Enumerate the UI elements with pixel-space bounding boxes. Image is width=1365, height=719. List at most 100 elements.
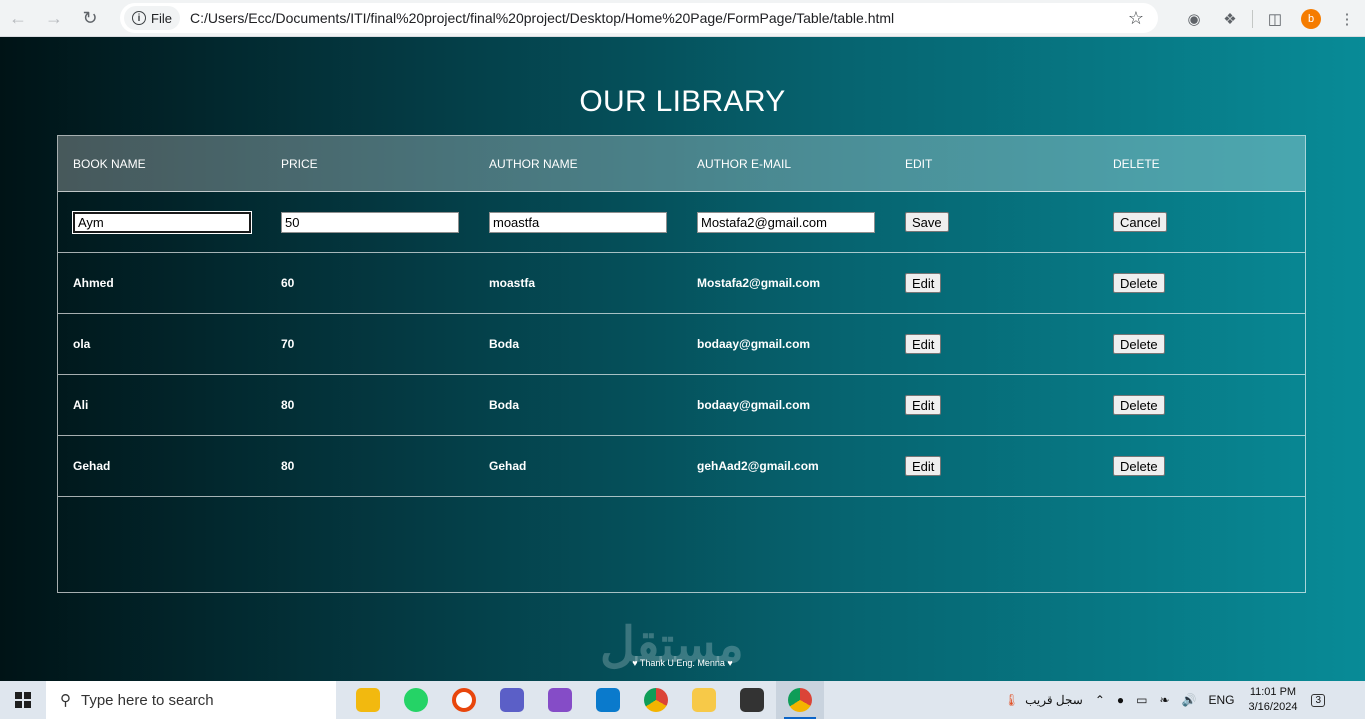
cell-author-email: bodaay@gmail.com [697, 398, 811, 412]
cancel-button[interactable]: Cancel [1113, 212, 1168, 232]
start-button[interactable] [0, 681, 46, 719]
cell-edit: Edit [905, 253, 942, 313]
cell-author-name: Boda [489, 337, 519, 351]
cell-edit: Edit [905, 436, 942, 496]
cell-edit: Save [905, 192, 949, 252]
menu-dots-icon[interactable]: ⋮ [1329, 5, 1365, 33]
camera-icon[interactable]: ◉ [1176, 5, 1212, 33]
forward-icon[interactable]: → [36, 4, 72, 32]
clock-time: 11:01 PM [1249, 686, 1297, 698]
weather-text: سجل قريب [1025, 693, 1083, 707]
thermometer-icon: 🌡 [1003, 693, 1020, 707]
price-input[interactable] [281, 211, 459, 233]
sticky-notes-icon [692, 688, 716, 712]
edit-button[interactable]: Edit [905, 395, 942, 415]
taskbar-search[interactable]: ⚲ Type here to search [46, 681, 336, 719]
header-book-name: BOOK NAME [73, 156, 146, 171]
file-explorer-app[interactable] [344, 681, 392, 719]
whatsapp-app[interactable] [392, 681, 440, 719]
notifications-icon[interactable]: 3 [1305, 693, 1331, 707]
volume-icon[interactable]: 🔊 [1176, 693, 1203, 707]
reload-icon[interactable]: ↻ [72, 4, 108, 32]
page-viewport: OUR LIBRARY BOOK NAME PRICE AUTHOR NAME … [0, 37, 1365, 681]
address-bar[interactable]: i File C:/Users/Ecc/Documents/ITI/final%… [120, 3, 1158, 33]
system-tray: 🌡 سجل قريب ⌃ ● ▭ ❧ 🔊 ENG 11:01 PM 3/16/2… [998, 681, 1365, 719]
save-button[interactable]: Save [905, 212, 949, 232]
vscode-app[interactable] [584, 681, 632, 719]
vscode-icon [596, 688, 620, 712]
chrome-icon [644, 688, 668, 712]
cell-author-email: bodaay@gmail.com [697, 337, 811, 351]
search-placeholder: Type here to search [81, 691, 214, 709]
cell-book-name: Ahmed [73, 276, 114, 290]
header-delete: DELETE [1113, 156, 1160, 171]
side-panel-icon[interactable]: ◫ [1257, 5, 1293, 33]
cell-price: 80 [281, 459, 295, 473]
cell-edit: Edit [905, 375, 942, 435]
whatsapp-icon [404, 688, 428, 712]
footer-thanks: ♥ Thank U Eng. Menna ♥ [632, 658, 733, 668]
clock[interactable]: 11:01 PM 3/16/2024 [1241, 685, 1306, 715]
profile-avatar[interactable]: b [1293, 5, 1329, 33]
header-price: PRICE [281, 156, 318, 171]
delete-button[interactable]: Delete [1113, 456, 1165, 476]
delete-button[interactable]: Delete [1113, 334, 1165, 354]
edit-button[interactable]: Edit [905, 456, 942, 476]
author-email-input[interactable] [697, 211, 875, 233]
pinned-apps [344, 681, 824, 719]
edit-button[interactable]: Edit [905, 273, 942, 293]
cell-edit: Edit [905, 314, 942, 374]
wifi-icon[interactable]: ❧ [1153, 693, 1175, 707]
weather-widget[interactable]: 🌡 سجل قريب [998, 693, 1089, 707]
cell-author-email: Mostafa2@gmail.com [697, 276, 821, 290]
chrome-active-app[interactable] [776, 681, 824, 719]
site-info-label: File [151, 10, 172, 26]
library-table: BOOK NAME PRICE AUTHOR NAME AUTHOR E-MAI… [57, 135, 1306, 593]
cell-author-name: Boda [489, 398, 519, 412]
opera-app[interactable] [440, 681, 488, 719]
language-indicator[interactable]: ENG [1202, 693, 1240, 707]
table-row-editing: Save Cancel [58, 192, 1305, 253]
cell-book-name: Gehad [73, 459, 111, 473]
clipchamp-app[interactable] [728, 681, 776, 719]
teams-app[interactable] [488, 681, 536, 719]
chrome-app[interactable] [632, 681, 680, 719]
cell-author-name [489, 192, 667, 252]
extensions-icon[interactable]: ❖ [1212, 5, 1248, 33]
cell-book-name [72, 192, 252, 252]
clock-date: 3/16/2024 [1248, 701, 1298, 713]
microphone-icon[interactable]: ● [1111, 693, 1130, 707]
cell-delete: Delete [1113, 314, 1165, 374]
windows-logo-icon [15, 692, 31, 708]
cell-delete: Delete [1113, 253, 1165, 313]
cell-delete: Delete [1113, 375, 1165, 435]
cell-book-name: ola [73, 337, 91, 351]
table-row: ola 70 Boda bodaay@gmail.com Edit Delete [58, 314, 1305, 375]
table-header-row: BOOK NAME PRICE AUTHOR NAME AUTHOR E-MAI… [58, 136, 1305, 192]
author-name-input[interactable] [489, 211, 667, 233]
cell-author-name: moastfa [489, 276, 536, 290]
cell-delete: Cancel [1113, 192, 1168, 252]
teams-icon [500, 688, 524, 712]
delete-button[interactable]: Delete [1113, 395, 1165, 415]
windows-taskbar: ⚲ Type here to search 🌡 سجل قريب ⌃ ● ▭ ❧… [0, 681, 1365, 719]
sticky-notes-app[interactable] [680, 681, 728, 719]
bookmark-star-icon[interactable]: ☆ [1128, 8, 1144, 29]
edit-button[interactable]: Edit [905, 334, 942, 354]
book-name-input[interactable] [72, 210, 252, 234]
folder-icon [356, 688, 380, 712]
chrome-icon [788, 688, 812, 712]
site-info-chip[interactable]: i File [124, 6, 180, 30]
battery-icon[interactable]: ▭ [1130, 693, 1153, 707]
cell-author-email: gehAad2@gmail.com [697, 459, 819, 473]
url-text[interactable]: C:/Users/Ecc/Documents/ITI/final%20proje… [190, 10, 894, 26]
cell-price: 80 [281, 398, 295, 412]
delete-button[interactable]: Delete [1113, 273, 1165, 293]
visual-studio-app[interactable] [536, 681, 584, 719]
show-hidden-icons[interactable]: ⌃ [1089, 693, 1111, 707]
table-row: Gehad 80 Gehad gehAad2@gmail.com Edit De… [58, 436, 1305, 497]
header-edit: EDIT [905, 156, 933, 171]
back-icon[interactable]: ← [0, 4, 36, 32]
table-row: Ali 80 Boda bodaay@gmail.com Edit Delete [58, 375, 1305, 436]
toolbar-divider [1252, 9, 1253, 28]
